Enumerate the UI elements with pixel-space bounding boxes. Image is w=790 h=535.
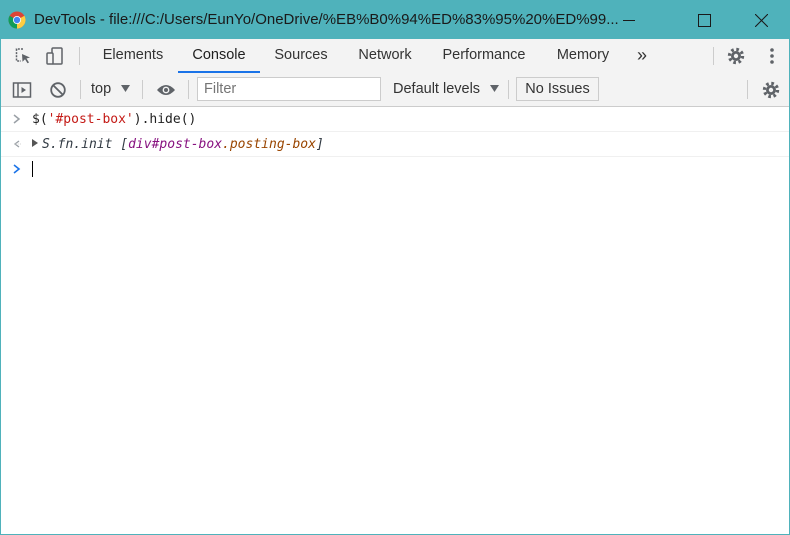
tab-memory[interactable]: Memory <box>544 39 622 72</box>
maximize-button[interactable] <box>681 1 727 39</box>
result-arrow-icon <box>13 140 22 148</box>
toolbar-divider <box>508 80 509 99</box>
result-element-tag: div#post-box <box>128 137 223 152</box>
clear-console-icon <box>50 81 66 98</box>
tab-console[interactable]: Console <box>178 39 260 73</box>
kebab-menu-icon <box>770 47 774 64</box>
console-prompt-line[interactable] <box>1 157 789 182</box>
prompt-chevron-icon <box>13 164 21 174</box>
title-bar: DevTools - file:///C:/Users/EunYo/OneDri… <box>1 1 789 39</box>
minimize-button[interactable] <box>606 1 652 39</box>
tab-elements[interactable]: Elements <box>92 39 174 72</box>
tab-performance[interactable]: Performance <box>433 39 535 72</box>
panel-tab-bar: Elements Console Sources Network Perform… <box>1 39 789 74</box>
minimize-icon <box>623 20 635 21</box>
customize-menu-button[interactable] <box>758 39 786 72</box>
result-element-class: .posting-box <box>222 137 316 152</box>
console-toolbar: top Default levels No Issues <box>1 73 789 107</box>
maximize-icon <box>697 13 711 27</box>
window-title: DevTools - file:///C:/Users/EunYo/OneDri… <box>34 11 619 28</box>
log-levels-dropdown[interactable]: Default levels <box>393 73 500 106</box>
sidebar-toggle-icon <box>12 81 32 98</box>
issues-button[interactable]: No Issues <box>516 77 599 101</box>
result-bracket-open: [ <box>120 137 129 152</box>
settings-button[interactable] <box>722 39 750 72</box>
console-sidebar-toggle[interactable] <box>8 73 36 106</box>
text-cursor <box>32 161 33 177</box>
context-label: top <box>91 81 112 97</box>
console-input-line[interactable]: $('#post-box').hide() <box>1 107 789 132</box>
settings-gear-icon <box>762 81 780 98</box>
result-object-name: S.fn.init <box>42 137 121 152</box>
chrome-logo-icon <box>8 11 26 29</box>
prompt-chevron-icon <box>13 114 21 124</box>
log-levels-label: Default levels <box>393 81 481 97</box>
tab-sources[interactable]: Sources <box>264 39 338 72</box>
close-icon <box>754 13 768 27</box>
console-result-object[interactable]: S.fn.init [div#post-box.posting-box] <box>32 137 324 152</box>
toolbar-divider <box>142 80 143 99</box>
expand-triangle-icon[interactable] <box>32 139 38 147</box>
dropdown-arrow-icon <box>121 85 131 92</box>
toolbar-divider <box>79 47 80 65</box>
eye-icon <box>157 84 175 95</box>
code-call-suffix: ).hide() <box>133 112 197 127</box>
console-result-line[interactable]: S.fn.init [div#post-box.posting-box] <box>1 132 789 157</box>
result-bracket-close: ] <box>315 137 324 152</box>
dropdown-arrow-icon <box>490 85 500 92</box>
console-output[interactable]: $('#post-box').hide() S.fn.init [div#pos… <box>1 107 789 534</box>
clear-console-button[interactable] <box>44 73 72 106</box>
devtools-window: DevTools - file:///C:/Users/EunYo/OneDri… <box>0 0 790 535</box>
inspect-element-button[interactable] <box>9 39 37 72</box>
filter-input[interactable] <box>197 77 381 101</box>
device-toolbar-button[interactable] <box>41 39 69 72</box>
more-tabs-button[interactable]: » <box>629 39 655 72</box>
toolbar-divider <box>80 80 81 99</box>
code-call-prefix: $( <box>32 112 48 127</box>
inspect-element-icon <box>15 47 30 63</box>
close-button[interactable] <box>738 1 784 39</box>
toolbar-divider <box>747 80 748 99</box>
context-selector[interactable]: top <box>91 73 131 106</box>
console-input-code: $('#post-box').hide() <box>32 112 196 127</box>
settings-gear-icon <box>727 47 745 64</box>
device-toolbar-icon <box>46 46 63 65</box>
code-selector-string: '#post-box' <box>47 112 134 127</box>
toolbar-divider <box>188 80 189 99</box>
tab-network[interactable]: Network <box>344 39 426 72</box>
toolbar-divider <box>713 47 714 65</box>
live-expression-button[interactable] <box>152 73 180 106</box>
console-settings-button[interactable] <box>757 73 785 106</box>
